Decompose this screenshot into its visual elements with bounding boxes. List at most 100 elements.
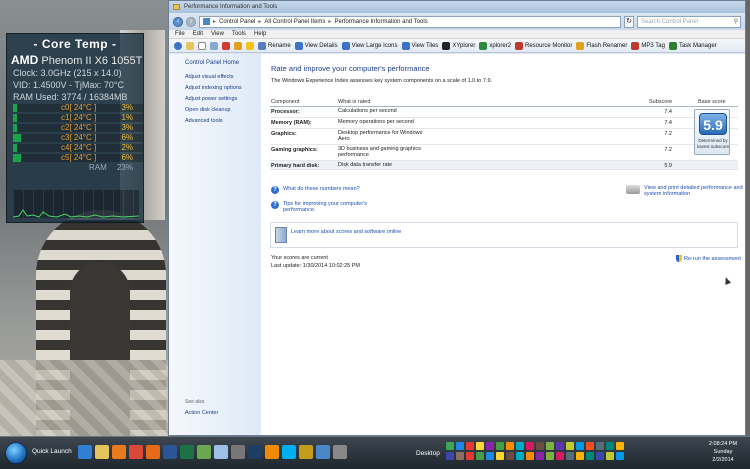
tray-app-icon[interactable] (456, 442, 464, 450)
toolbar-task-manager-button[interactable]: Task Manager (668, 41, 717, 50)
quick-launch-label[interactable]: Quick Launch (32, 448, 72, 455)
tray-app-icon[interactable] (466, 452, 474, 460)
tray-app-icon[interactable] (456, 452, 464, 460)
control-panel-home-link[interactable]: Control Panel Home (185, 60, 261, 66)
tray-app-icon[interactable] (516, 452, 524, 460)
task-link[interactable]: Adjust power settings (185, 96, 261, 102)
tray-app-icon[interactable] (486, 452, 494, 460)
task-link[interactable]: Open disk cleanup (185, 107, 261, 113)
tray-app-icon[interactable] (446, 442, 454, 450)
toolbar-xyplorer-button[interactable]: XYplorer (442, 41, 475, 50)
up-folder-icon[interactable] (186, 41, 194, 50)
breadcrumb-current[interactable]: Performance Information and Tools (334, 19, 427, 25)
checkmark-icon[interactable] (234, 41, 242, 50)
toolbar-resource-monitor-button[interactable]: Resource Monitor (515, 41, 572, 50)
task-link[interactable]: Adjust indexing options (185, 85, 261, 91)
winamp-icon[interactable] (299, 445, 313, 459)
tray-app-icon[interactable] (516, 442, 524, 450)
tray-app-icon[interactable] (536, 452, 544, 460)
tray-app-icon[interactable] (476, 452, 484, 460)
search-input[interactable]: Search Control Panel ⚲ (637, 15, 741, 28)
start-button[interactable] (5, 442, 27, 464)
skype-icon[interactable] (282, 445, 296, 459)
vlc-icon[interactable] (265, 445, 279, 459)
folder-icon[interactable] (95, 445, 109, 459)
media-player-icon[interactable] (112, 445, 126, 459)
photoshop-icon[interactable] (248, 445, 262, 459)
tray-app-icon[interactable] (606, 442, 614, 450)
tray-app-icon[interactable] (616, 442, 624, 450)
settings-icon[interactable] (333, 445, 347, 459)
tray-app-icon[interactable] (466, 442, 474, 450)
toolbar-rename-button[interactable]: Rename (258, 41, 291, 50)
menu-file[interactable]: File (175, 31, 185, 37)
address-bar[interactable]: ▸ Control Panel ▸ All Control Panel Item… (199, 15, 621, 28)
tray-app-icon[interactable] (606, 452, 614, 460)
tray-app-icon[interactable] (596, 442, 604, 450)
tray-app-icon[interactable] (556, 452, 564, 460)
breadcrumb-all-items[interactable]: All Control Panel Items (264, 19, 325, 25)
breadcrumb-control-panel[interactable]: Control Panel (219, 19, 255, 25)
chrome-icon[interactable] (129, 445, 143, 459)
copy-icon[interactable] (210, 41, 218, 50)
tray-app-icon[interactable] (566, 452, 574, 460)
toolbar-tiles-button[interactable]: View Tiles (401, 41, 438, 50)
tray-app-icon[interactable] (526, 442, 534, 450)
task-link[interactable]: Advanced tools (185, 118, 261, 124)
menu-tools[interactable]: Tools (232, 31, 246, 37)
tray-app-icon[interactable] (566, 442, 574, 450)
tray-app-icon[interactable] (496, 452, 504, 460)
rerun-assessment-link[interactable]: Re-run the assessment (676, 255, 741, 262)
core-temp-gadget[interactable]: - Core Temp - AMD Phenom II X6 1055T Clo… (6, 33, 144, 223)
rerun-assessment-label[interactable]: Re-run the assessment (684, 256, 741, 262)
tray-app-icon[interactable] (536, 442, 544, 450)
star-icon[interactable] (246, 41, 254, 50)
help-link-tips[interactable]: ? Tips for improving your computer's per… (271, 201, 381, 213)
delete-icon[interactable] (222, 41, 230, 50)
tray-app-icon[interactable] (486, 442, 494, 450)
tray-app-icon[interactable] (446, 452, 454, 460)
menu-help[interactable]: Help (254, 31, 266, 37)
help-link-tips-label[interactable]: Tips for improving your computer's perfo… (283, 201, 381, 213)
forward-button[interactable]: › (186, 16, 196, 27)
tray-app-icon[interactable] (616, 452, 624, 460)
excel-icon[interactable] (180, 445, 194, 459)
help-link-numbers-label[interactable]: What do these numbers mean? (283, 186, 360, 192)
task-link[interactable]: Adjust visual effects (185, 74, 261, 80)
firefox-icon[interactable] (146, 445, 160, 459)
back-arrow-icon[interactable] (174, 41, 182, 50)
tray-app-icon[interactable] (556, 442, 564, 450)
tray-app-icon[interactable] (506, 442, 514, 450)
action-center-link[interactable]: Action Center (185, 410, 218, 416)
tray-app-icon[interactable] (596, 452, 604, 460)
tray-app-icon[interactable] (546, 442, 554, 450)
tray-app-icon[interactable] (576, 442, 584, 450)
tray-app-icon[interactable] (496, 442, 504, 450)
tray-app-icon[interactable] (506, 452, 514, 460)
toolbar-details-button[interactable]: View Details (294, 41, 338, 50)
print-details-link[interactable]: View and print detailed performance and … (626, 185, 744, 197)
explorer-icon[interactable] (316, 445, 330, 459)
menu-edit[interactable]: Edit (193, 31, 203, 37)
toolbar-xplorer2-button[interactable]: xplorer2 (479, 41, 511, 50)
taskbar-clock[interactable]: 2:08:24 PM Sunday 2/2/2014 (700, 440, 746, 464)
tray-app-icon[interactable] (576, 452, 584, 460)
toolbar-flash-renamer-button[interactable]: Flash Renamer (576, 41, 627, 50)
new-document-icon[interactable] (198, 41, 206, 50)
notepad-icon[interactable] (214, 445, 228, 459)
help-link-numbers[interactable]: ? What do these numbers mean? (271, 186, 360, 194)
back-button[interactable]: ‹ (173, 16, 183, 27)
tray-app-icon[interactable] (586, 452, 594, 460)
tray-app-icon[interactable] (476, 442, 484, 450)
print-details-label[interactable]: View and print detailed performance and … (644, 185, 744, 197)
calculator-icon[interactable] (231, 445, 245, 459)
paint-icon[interactable] (197, 445, 211, 459)
window-titlebar[interactable]: Performance Information and Tools (169, 1, 745, 13)
desktop-toolbar-label[interactable]: Desktop (416, 450, 440, 457)
toolbar-larges-icon-button[interactable]: View Large Icons (341, 41, 398, 50)
word-icon[interactable] (163, 445, 177, 459)
menu-view[interactable]: View (211, 31, 224, 37)
explorer-window[interactable]: Performance Information and Tools ‹ › ▸ … (168, 0, 746, 436)
learn-more-link[interactable]: Learn more about scores and software onl… (291, 229, 421, 235)
ie-icon[interactable] (78, 445, 92, 459)
